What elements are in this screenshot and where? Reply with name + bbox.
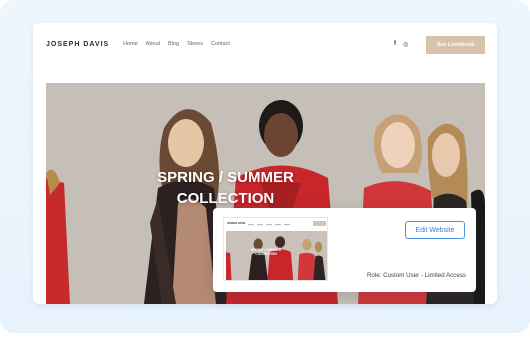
site-menu: Home About Blog Stores Contact <box>123 41 230 47</box>
thumbnail-navbar: JOSEPH DAVIS <box>224 218 327 231</box>
menu-item-contact[interactable]: Contact <box>211 41 230 47</box>
hero-title: SPRING / SUMMER COLLECTION <box>46 167 405 209</box>
facebook-icon[interactable]: f <box>394 41 396 48</box>
thumbnail-title-line-2: COLLECTION <box>255 252 277 256</box>
menu-item-stores[interactable]: Stores <box>187 41 203 47</box>
social-links: f ◎ <box>394 41 408 48</box>
thumbnail-lookbook-button <box>313 221 326 226</box>
see-lookbook-button[interactable]: See Lookbook <box>426 36 485 54</box>
menu-item-blog[interactable]: Blog <box>168 41 179 47</box>
thumbnail-title: SPRING / SUMMER COLLECTION <box>236 248 296 256</box>
hero-title-line-2: COLLECTION <box>176 190 275 207</box>
access-card: JOSEPH DAVIS SPRING / SUMMER COLLECTION … <box>213 208 476 292</box>
site-brand-logo[interactable]: JOSEPH DAVIS <box>46 41 109 48</box>
menu-item-home[interactable]: Home <box>123 41 138 47</box>
hero-title-line-1: SPRING / SUMMER <box>157 169 294 186</box>
site-thumbnail[interactable]: JOSEPH DAVIS SPRING / SUMMER COLLECTION <box>223 217 328 281</box>
edit-website-button[interactable]: Edit Website <box>405 221 465 239</box>
instagram-icon[interactable]: ◎ <box>403 41 408 48</box>
thumbnail-menu-lines <box>248 224 290 226</box>
menu-item-about[interactable]: About <box>146 41 160 47</box>
thumbnail-brand: JOSEPH DAVIS <box>227 222 246 225</box>
thumbnail-hero: SPRING / SUMMER COLLECTION <box>226 231 327 280</box>
role-label: Role: Custom User - Limited Access <box>366 272 466 279</box>
site-navbar: JOSEPH DAVIS Home About Blog Stores Cont… <box>33 23 497 68</box>
